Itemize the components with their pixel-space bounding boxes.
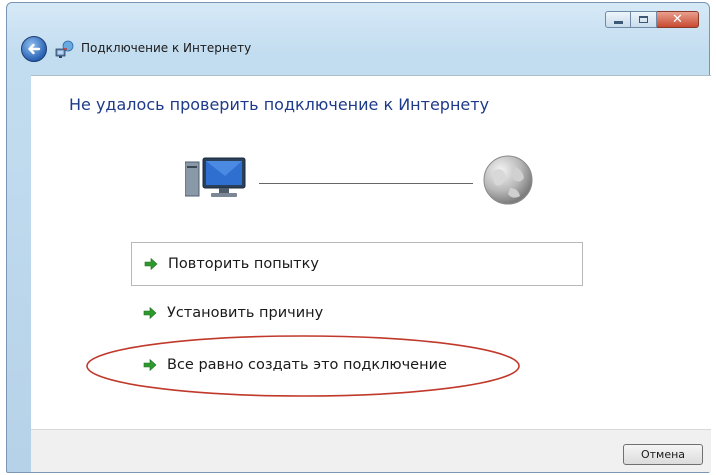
green-arrow-icon xyxy=(144,257,158,271)
close-icon: ✕ xyxy=(672,12,683,27)
back-arrow-icon xyxy=(28,43,41,55)
option-retry[interactable]: Повторить попытку xyxy=(131,242,583,286)
connection-line xyxy=(259,183,473,184)
minimize-button[interactable] xyxy=(605,11,631,28)
close-button[interactable]: ✕ xyxy=(657,11,699,28)
page-title: Не удалось проверить подключение к Интер… xyxy=(69,95,490,114)
content-panel: Не удалось проверить подключение к Интер… xyxy=(31,75,711,472)
internet-globe-icon xyxy=(483,155,533,205)
option-create-anyway[interactable]: Все равно создать это подключение xyxy=(131,343,583,387)
window-controls: ✕ xyxy=(605,11,699,28)
footer-bar: Отмена xyxy=(31,430,711,472)
option-label: Все равно создать это подключение xyxy=(167,357,447,373)
green-arrow-icon xyxy=(143,358,157,372)
option-diagnose[interactable]: Установить причину xyxy=(131,291,583,335)
minimize-icon xyxy=(613,21,623,24)
maximize-button[interactable] xyxy=(631,11,657,28)
window-title: Подключение к Интернету xyxy=(81,41,252,55)
cancel-button[interactable]: Отмена xyxy=(623,444,703,465)
computer-icon xyxy=(185,157,246,197)
green-arrow-icon xyxy=(143,306,157,320)
option-label: Повторить попытку xyxy=(168,256,319,272)
back-button[interactable] xyxy=(21,36,47,62)
network-icon xyxy=(55,40,74,58)
maximize-icon xyxy=(639,16,648,23)
option-label: Установить причину xyxy=(167,305,324,321)
window-frame: ✕ Подключение к Интернету Не удалось про… xyxy=(6,2,711,473)
